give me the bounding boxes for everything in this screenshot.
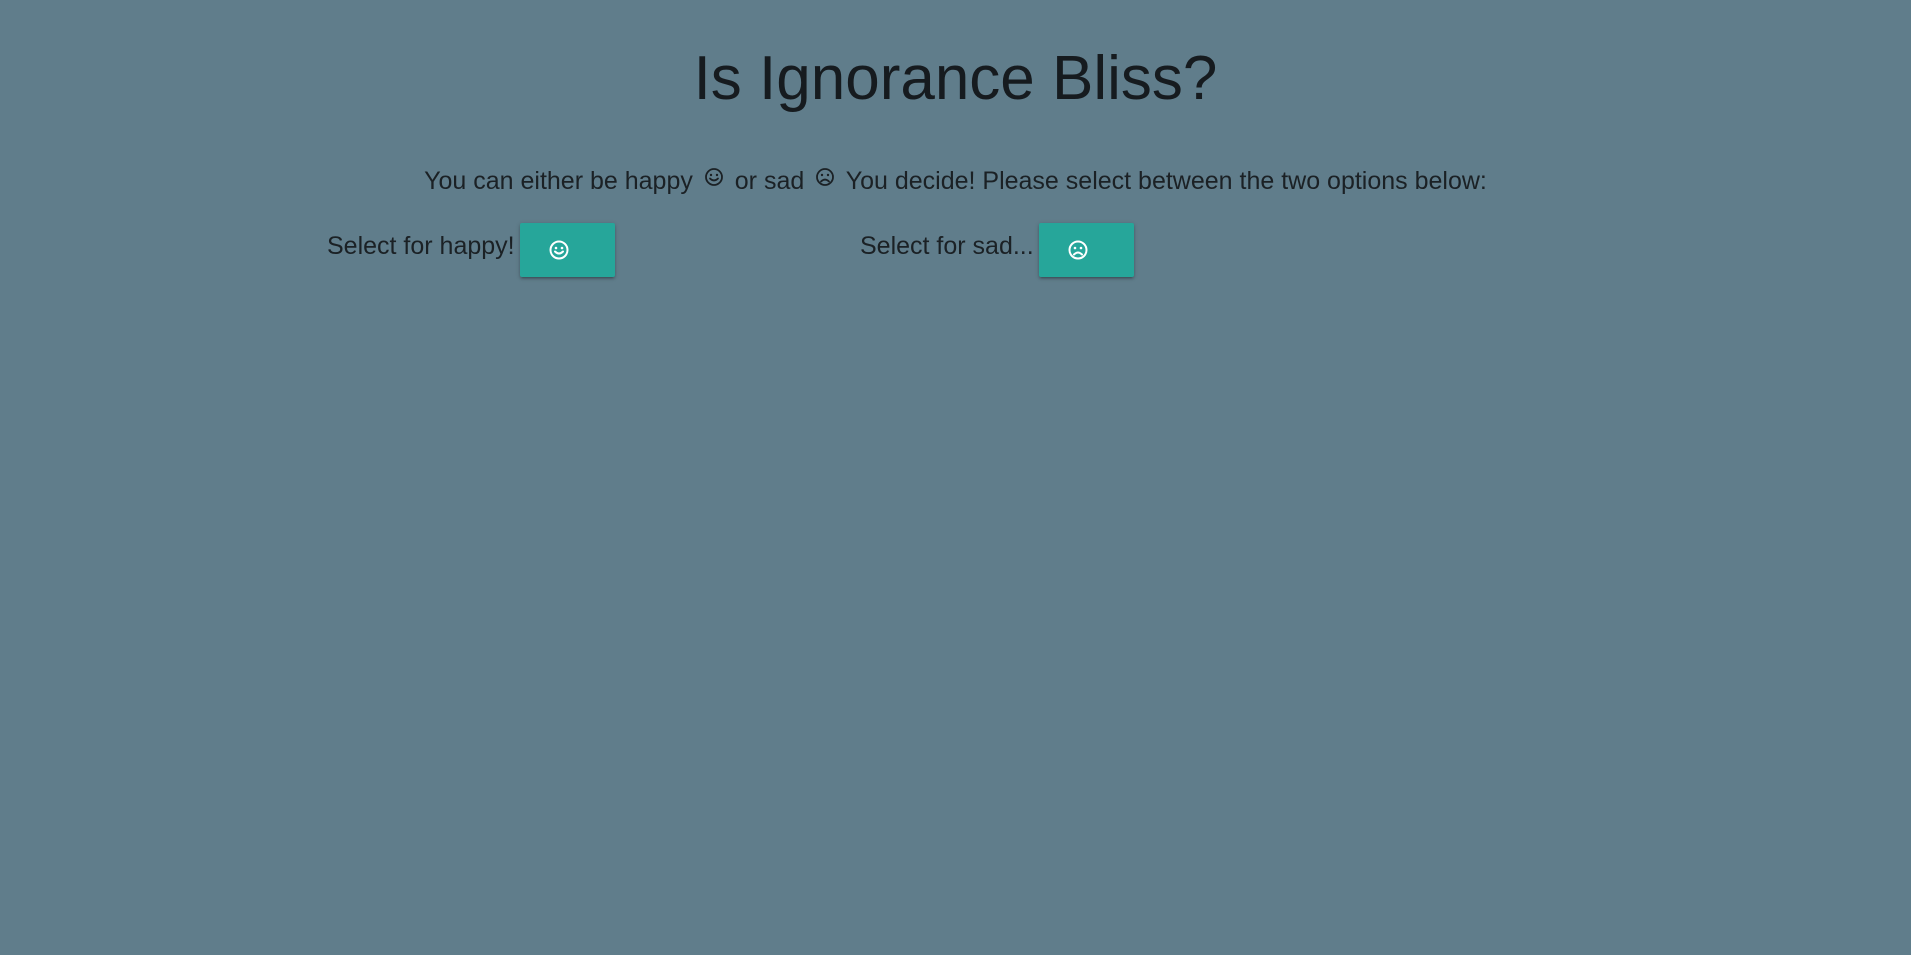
intro-text-part-2: or sad xyxy=(734,167,805,195)
happy-option: Select for happy! xyxy=(327,223,615,277)
smiley-face-icon xyxy=(704,162,724,196)
intro-text: You can either be happy or sad You decid… xyxy=(0,162,1911,198)
page: Is Ignorance Bliss? You can either be ha… xyxy=(0,0,1911,955)
frown-face-icon xyxy=(1067,239,1089,261)
sad-option-label: Select for sad... xyxy=(860,232,1034,260)
frown-face-icon xyxy=(815,162,835,196)
smiley-face-icon xyxy=(548,239,570,261)
happy-option-label: Select for happy! xyxy=(327,232,515,260)
page-title: Is Ignorance Bliss? xyxy=(693,44,1218,113)
sad-option: Select for sad... xyxy=(860,223,1134,277)
sad-button[interactable] xyxy=(1038,223,1134,277)
intro-text-part-3: You decide! Please select between the tw… xyxy=(845,167,1487,195)
happy-button[interactable] xyxy=(519,223,615,277)
intro-text-part-1: You can either be happy xyxy=(424,167,693,195)
